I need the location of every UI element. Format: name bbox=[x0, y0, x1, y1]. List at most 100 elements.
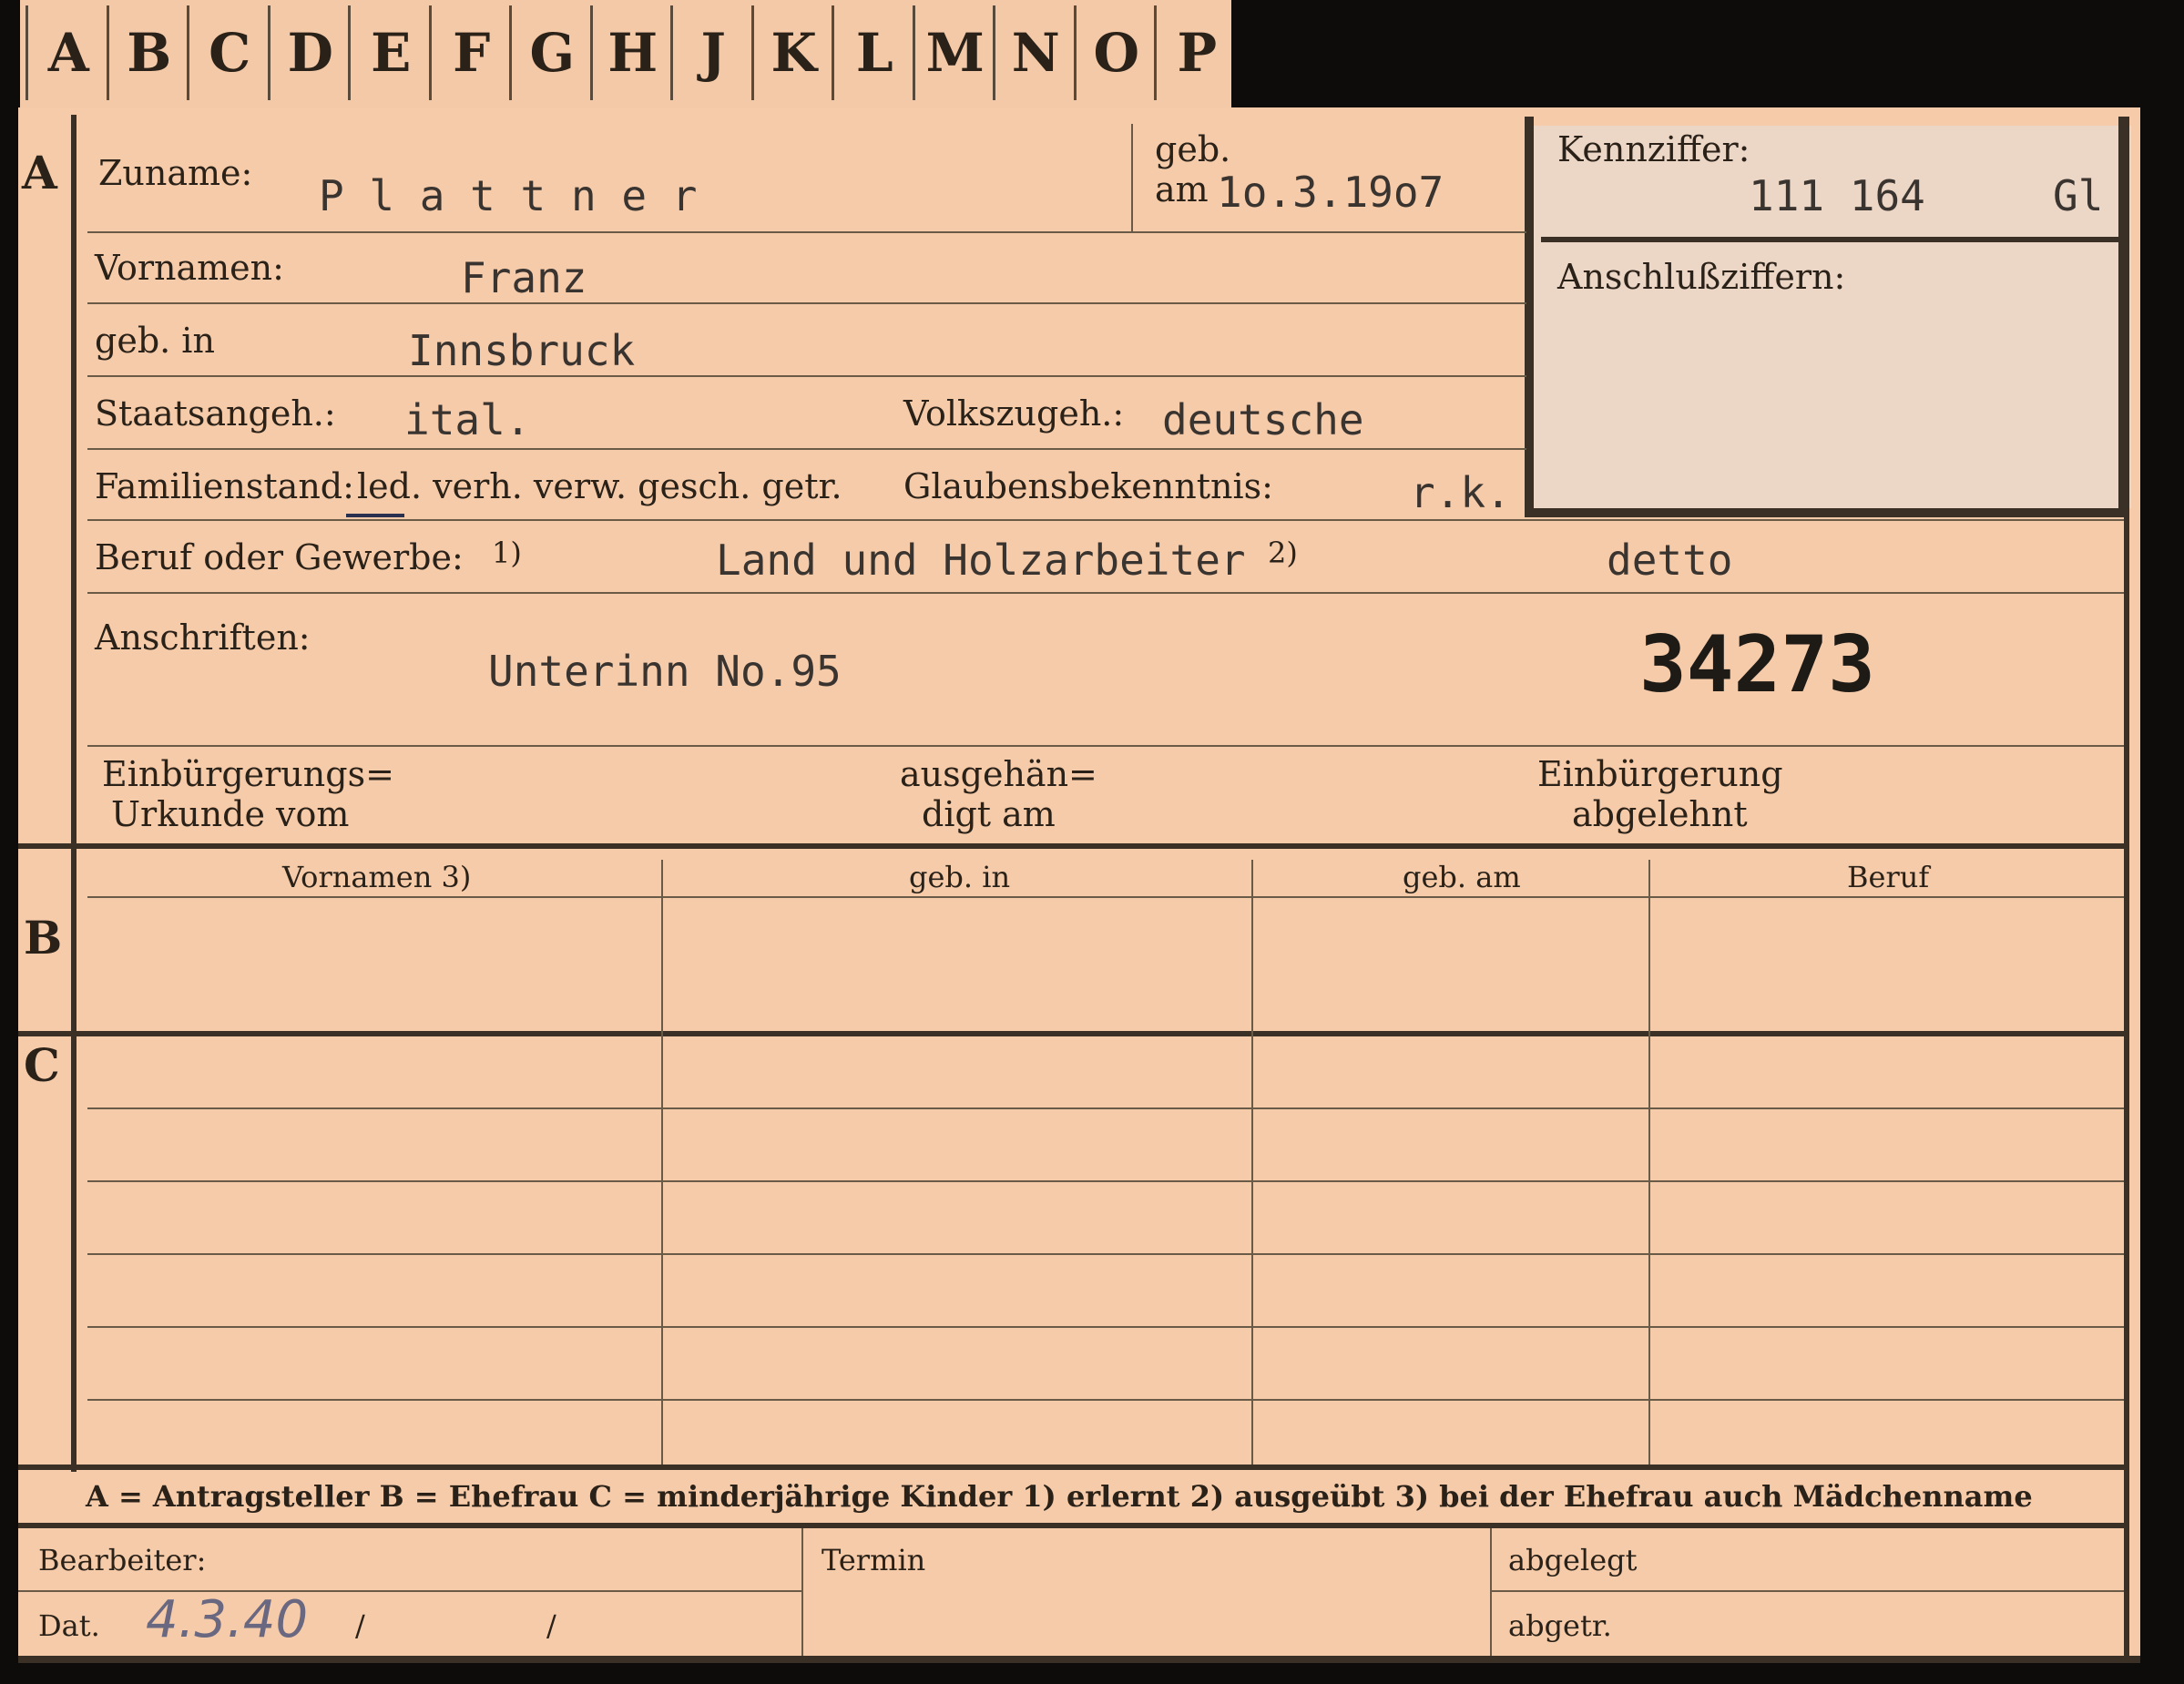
index-tab-f[interactable]: F bbox=[428, 5, 513, 100]
termin-label: Termin bbox=[822, 1543, 926, 1577]
vornamen-label: Vornamen: bbox=[95, 248, 284, 288]
index-tab-o[interactable]: O bbox=[1073, 5, 1158, 100]
vornamen-value: Franz bbox=[461, 253, 587, 302]
section-b-bottom-rule bbox=[18, 1031, 2124, 1036]
row-line-7 bbox=[87, 745, 2124, 747]
footer-divider-1 bbox=[801, 1528, 803, 1663]
geb-label: geb. bbox=[1155, 129, 1231, 169]
column-divider-3 bbox=[1648, 860, 1650, 1465]
table-header-geb-in: geb. in bbox=[909, 860, 1011, 894]
index-tab-e[interactable]: E bbox=[348, 5, 432, 100]
familienstand-label: Familienstand: bbox=[95, 466, 354, 506]
left-margin-rule bbox=[71, 115, 77, 1472]
kennziffer-box-bottom-rule bbox=[1525, 508, 2124, 517]
index-tab-d[interactable]: D bbox=[267, 5, 352, 100]
geb-am-divider bbox=[1131, 124, 1133, 231]
section-a-bottom-rule bbox=[18, 843, 2124, 849]
einb-abgelehnt-label-2: abgelehnt bbox=[1572, 794, 1748, 834]
volkszugeh-value: deutsche bbox=[1162, 395, 1364, 444]
index-tab-a[interactable]: A bbox=[26, 5, 109, 100]
index-tab-g[interactable]: G bbox=[509, 5, 593, 100]
card-right-rule bbox=[2124, 117, 2129, 1663]
anschlussziffern-label: Anschlußziffern: bbox=[1557, 257, 1846, 297]
index-tab-c[interactable]: C bbox=[187, 5, 270, 100]
geb-am-value: 1o.3.19o7 bbox=[1217, 168, 1444, 217]
volkszugeh-label: Volkszugeh.: bbox=[903, 393, 1125, 434]
kennziffer-suffix: Gl bbox=[2053, 171, 2104, 220]
glaubensbekenntnis-value: r.k. bbox=[1410, 468, 1511, 517]
c-row-line-3 bbox=[87, 1253, 2124, 1255]
c-row-line-5 bbox=[87, 1399, 2124, 1401]
bearbeiter-label: Bearbeiter: bbox=[38, 1543, 207, 1577]
anschriften-label: Anschriften: bbox=[95, 617, 311, 658]
table-header-line bbox=[87, 896, 2124, 898]
beruf-footnote: 1) bbox=[492, 536, 522, 570]
row-line-3 bbox=[87, 375, 1526, 377]
registration-card: A B C Zuname: P l a t t n e r geb. am 1o… bbox=[18, 107, 2140, 1663]
row-line-4 bbox=[87, 448, 1526, 450]
footer-line-right bbox=[1490, 1590, 2124, 1592]
kennziffer-divider bbox=[1541, 237, 2124, 242]
staatsangeh-value: ital. bbox=[404, 395, 531, 444]
index-tab-b[interactable]: B bbox=[106, 5, 190, 100]
beruf-footnote-2: 2) bbox=[1268, 536, 1298, 570]
legend-bottom-rule bbox=[18, 1523, 2124, 1528]
index-tab-p[interactable]: P bbox=[1154, 5, 1238, 100]
row-line-5 bbox=[87, 519, 2124, 521]
column-divider-1 bbox=[661, 860, 663, 1465]
row-line-6 bbox=[87, 592, 2124, 594]
footer-divider-2 bbox=[1490, 1528, 1492, 1663]
index-tab-k[interactable]: K bbox=[750, 5, 835, 100]
stamp-number: 34273 bbox=[1639, 619, 1875, 710]
table-header-beruf: Beruf bbox=[1847, 860, 1930, 894]
dat-slash-1: / bbox=[355, 1608, 365, 1643]
index-tab-h[interactable]: H bbox=[589, 5, 674, 100]
familienstand-underline bbox=[346, 514, 404, 517]
index-tab-row: ABCDEFGHJKLMNOP bbox=[20, 0, 1231, 113]
beruf-value: Land und Holzarbeiter bbox=[716, 536, 1246, 585]
anschrift-value: Unterinn No.95 bbox=[488, 647, 842, 696]
column-divider-2 bbox=[1251, 860, 1253, 1465]
dat-value: 4.3.40 bbox=[146, 1590, 309, 1649]
row-line-1 bbox=[87, 231, 1526, 233]
zuname-label: Zuname: bbox=[98, 153, 253, 193]
section-b-letter: B bbox=[24, 911, 63, 964]
einb-urkunde-label-2: Urkunde vom bbox=[111, 794, 350, 834]
geb-in-label: geb. in bbox=[95, 321, 215, 361]
legend-text: A = Antragsteller B = Ehefrau C = minder… bbox=[86, 1479, 2033, 1514]
index-tab-n[interactable]: N bbox=[993, 5, 1077, 100]
ausgehaen-label-2: digt am bbox=[922, 794, 1056, 834]
einb-abgelehnt-label-1: Einbürgerung bbox=[1537, 754, 1783, 794]
row-line-2 bbox=[87, 302, 1526, 304]
section-c-bottom-rule bbox=[18, 1465, 2124, 1470]
section-c-letter: C bbox=[24, 1038, 60, 1092]
glaubensbekenntnis-label: Glaubensbekenntnis: bbox=[903, 466, 1273, 506]
c-row-line-2 bbox=[87, 1180, 2124, 1182]
geb-in-value: Innsbruck bbox=[408, 326, 636, 375]
kennziffer-label: Kennziffer: bbox=[1557, 129, 1750, 169]
abgetr-label: abgetr. bbox=[1508, 1608, 1612, 1643]
einb-urkunde-label-1: Einbürgerungs= bbox=[102, 754, 394, 794]
zuname-value: P l a t t n e r bbox=[319, 171, 698, 220]
index-tab-j[interactable]: J bbox=[670, 5, 754, 100]
ausgehaen-label-1: ausgehän= bbox=[900, 754, 1097, 794]
index-tab-l[interactable]: L bbox=[832, 5, 915, 100]
section-a-letter: A bbox=[22, 146, 57, 199]
dat-label: Dat. bbox=[38, 1608, 100, 1643]
card-bottom-rule bbox=[18, 1656, 2140, 1663]
familienstand-options: led. verh. verw. gesch. getr. bbox=[357, 466, 842, 506]
beruf-value-2: detto bbox=[1607, 536, 1733, 585]
abgelegt-label: abgelegt bbox=[1508, 1543, 1638, 1577]
c-row-line-4 bbox=[87, 1326, 2124, 1328]
beruf-label: Beruf oder Gewerbe: bbox=[95, 537, 464, 577]
kennziffer-value: 111 164 bbox=[1749, 171, 1925, 220]
kennziffer-box-left-rule bbox=[1525, 117, 1534, 517]
index-tab-m[interactable]: M bbox=[912, 5, 996, 100]
c-row-line-1 bbox=[87, 1107, 2124, 1109]
staatsangeh-label: Staatsangeh.: bbox=[95, 393, 336, 434]
table-header-geb-am: geb. am bbox=[1403, 860, 1521, 894]
dat-slash-2: / bbox=[546, 1608, 556, 1643]
geb-am-label: am bbox=[1155, 169, 1209, 209]
table-header-vornamen: Vornamen 3) bbox=[282, 860, 472, 894]
footer-line-left bbox=[18, 1590, 801, 1592]
